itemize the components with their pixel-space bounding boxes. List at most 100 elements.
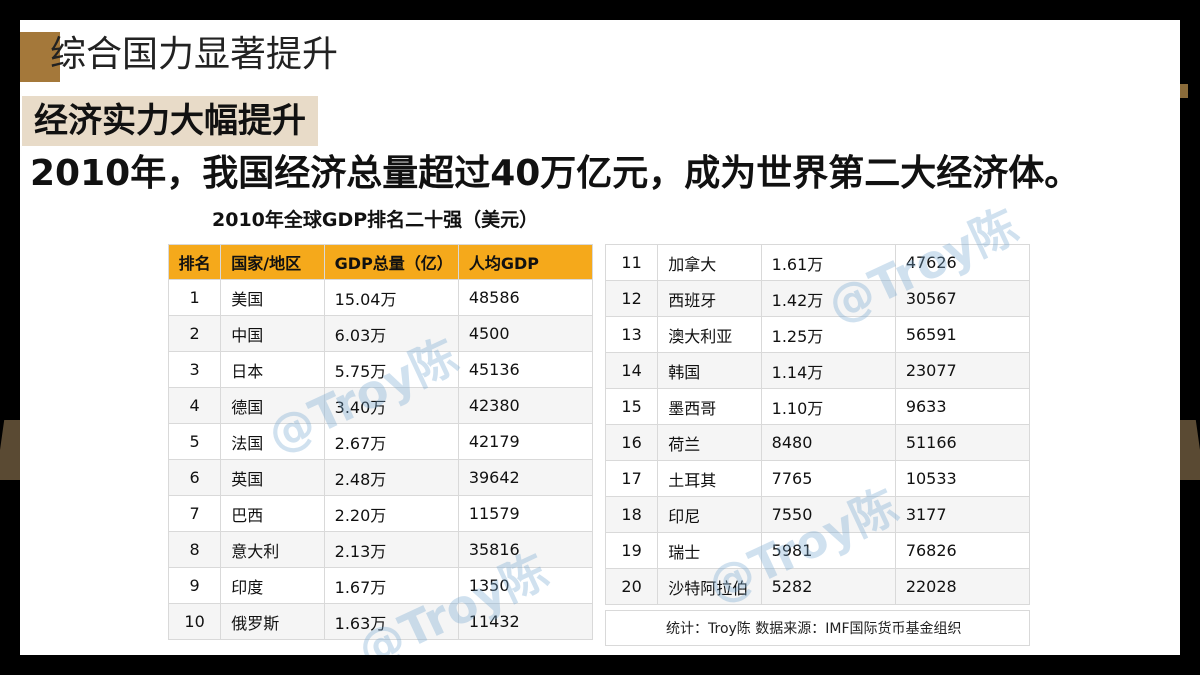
slide-subtitle: 经济实力大幅提升 [22,96,318,146]
gdp-cell: 2.20万 [323,495,459,532]
table-row: 20 沙特阿拉伯 5282 22028 [604,568,1031,605]
rank-cell: 15 [604,388,659,425]
country-cell: 土耳其 [657,460,762,497]
per-capita-cell: 23077 [894,352,1031,389]
gdp-cell: 1.61万 [760,244,896,281]
rank-cell: 5 [167,423,222,460]
rank-cell: 18 [604,496,659,533]
country-cell: 加拿大 [657,244,762,281]
per-capita-cell: 22028 [894,568,1031,605]
rank-cell: 2 [167,315,222,352]
country-cell: 墨西哥 [657,388,762,425]
country-cell: 荷兰 [657,424,762,461]
title-bar: 综合国力显著提升 [20,20,1180,90]
country-cell: 印度 [220,567,325,604]
gdp-cell: 1.67万 [323,567,459,604]
rank-cell: 8 [167,531,222,568]
gdp-cell: 5.75万 [323,351,459,388]
gdp-cell: 1.42万 [760,280,896,317]
per-capita-cell: 47626 [894,244,1031,281]
table-row: 14 韩国 1.14万 23077 [604,352,1031,389]
country-cell: 日本 [220,351,325,388]
table-row: 12 西班牙 1.42万 30567 [604,280,1031,317]
gdp-cell: 1.10万 [760,388,896,425]
per-capita-cell: 76826 [894,532,1031,569]
gdp-cell: 2.13万 [323,531,459,568]
gdp-cell: 5282 [760,568,896,605]
per-capita-cell: 3177 [894,496,1031,533]
gdp-cell: 7550 [760,496,896,533]
gdp-cell: 6.03万 [323,315,459,352]
gdp-cell: 1.25万 [760,316,896,353]
country-cell: 瑞士 [657,532,762,569]
rank-cell: 3 [167,351,222,388]
slide: 综合国力显著提升 经济实力大幅提升 2010年，我国经济总量超过40万亿元，成为… [20,20,1180,655]
rank-cell: 4 [167,387,222,424]
per-capita-cell: 4500 [457,315,594,352]
per-capita-cell: 56591 [894,316,1031,353]
rank-cell: 6 [167,459,222,496]
table-row: 8 意大利 2.13万 35816 [167,531,594,568]
rank-cell: 16 [604,424,659,461]
header-per-capita: 人均GDP [457,244,594,280]
table-row: 1 美国 15.04万 48586 [167,279,594,316]
rank-cell: 14 [604,352,659,389]
country-cell: 俄罗斯 [220,603,325,640]
gdp-cell: 2.67万 [323,423,459,460]
table-header-row: 排名 国家/地区 GDP总量（亿） 人均GDP [167,244,594,280]
gdp-cell: 1.63万 [323,603,459,640]
country-cell: 美国 [220,279,325,316]
gdp-cell: 5981 [760,532,896,569]
country-cell: 韩国 [657,352,762,389]
country-cell: 印尼 [657,496,762,533]
per-capita-cell: 39642 [457,459,594,496]
rank-cell: 7 [167,495,222,532]
rank-cell: 19 [604,532,659,569]
per-capita-cell: 9633 [894,388,1031,425]
header-rank: 排名 [167,244,222,280]
table-caption: 2010年全球GDP排名二十强（美元） [212,209,539,231]
country-cell: 巴西 [220,495,325,532]
table-row: 7 巴西 2.20万 11579 [167,495,594,532]
header-country: 国家/地区 [220,244,325,280]
gdp-table-right: 11 加拿大 1.61万 47626 12 西班牙 1.42万 30567 13 澳大利亚 1.… [604,244,1031,605]
table-row: 11 加拿大 1.61万 47626 [604,244,1031,281]
per-capita-cell: 1350 [457,567,594,604]
per-capita-cell: 11579 [457,495,594,532]
rank-cell: 13 [604,316,659,353]
gdp-cell: 1.14万 [760,352,896,389]
country-cell: 中国 [220,315,325,352]
rank-cell: 17 [604,460,659,497]
slide-title: 综合国力显著提升 [50,34,339,75]
header-gdp: GDP总量（亿） [323,244,459,280]
headline: 2010年，我国经济总量超过40万亿元，成为世界第二大经济体。 [30,153,1081,194]
table-row: 6 英国 2.48万 39642 [167,459,594,496]
per-capita-cell: 51166 [894,424,1031,461]
table-row: 16 荷兰 8480 51166 [604,424,1031,461]
gdp-table-left: 排名 国家/地区 GDP总量（亿） 人均GDP 1 美国 15.04万 48586 2… [167,244,594,640]
per-capita-cell: 35816 [457,531,594,568]
table-row: 4 德国 3.40万 42380 [167,387,594,424]
table-row: 13 澳大利亚 1.25万 56591 [604,316,1031,353]
gdp-cell: 3.40万 [323,387,459,424]
country-cell: 意大利 [220,531,325,568]
table-footnote: 统计：Troy陈 数据来源：IMF国际货币基金组织 [605,610,1030,646]
rank-cell: 20 [604,568,659,605]
per-capita-cell: 42179 [457,423,594,460]
country-cell: 西班牙 [657,280,762,317]
per-capita-cell: 48586 [457,279,594,316]
country-cell: 英国 [220,459,325,496]
table-row: 5 法国 2.67万 42179 [167,423,594,460]
country-cell: 法国 [220,423,325,460]
gdp-cell: 8480 [760,424,896,461]
rank-cell: 12 [604,280,659,317]
per-capita-cell: 30567 [894,280,1031,317]
country-cell: 澳大利亚 [657,316,762,353]
gdp-cell: 7765 [760,460,896,497]
table-row: 18 印尼 7550 3177 [604,496,1031,533]
country-cell: 沙特阿拉伯 [657,568,762,605]
per-capita-cell: 11432 [457,603,594,640]
table-row: 10 俄罗斯 1.63万 11432 [167,603,594,640]
rank-cell: 11 [604,244,659,281]
rank-cell: 1 [167,279,222,316]
